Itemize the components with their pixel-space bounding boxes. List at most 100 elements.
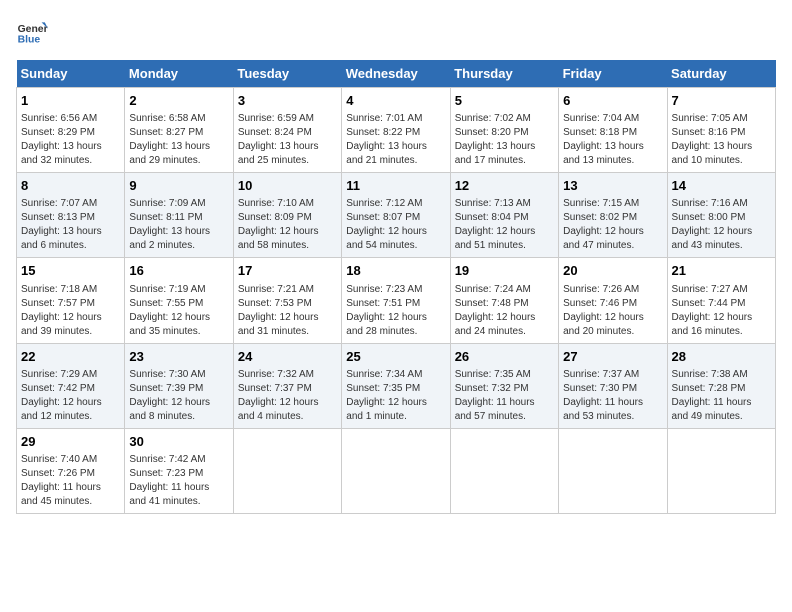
day-info-line: Daylight: 11 hours [455, 396, 554, 410]
day-cell: 27Sunrise: 7:37 AMSunset: 7:30 PMDayligh… [559, 343, 667, 428]
day-number: 23 [129, 348, 228, 366]
day-cell: 10Sunrise: 7:10 AMSunset: 8:09 PMDayligh… [233, 173, 341, 258]
day-number: 12 [455, 177, 554, 195]
day-info-line: Sunrise: 7:32 AM [238, 368, 337, 382]
day-cell: 14Sunrise: 7:16 AMSunset: 8:00 PMDayligh… [667, 173, 775, 258]
day-info-line: Sunrise: 7:12 AM [346, 197, 445, 211]
day-number: 7 [672, 92, 771, 110]
day-info-line: Daylight: 13 hours [238, 140, 337, 154]
day-info-line: Sunset: 8:16 PM [672, 126, 771, 140]
day-info-line: Sunset: 7:28 PM [672, 382, 771, 396]
week-row-1: 1Sunrise: 6:56 AMSunset: 8:29 PMDaylight… [17, 88, 776, 173]
day-info-line: and 24 minutes. [455, 325, 554, 339]
day-info-line: and 45 minutes. [21, 495, 120, 509]
day-info-line: Sunset: 7:46 PM [563, 297, 662, 311]
svg-text:Blue: Blue [18, 34, 41, 45]
day-cell: 12Sunrise: 7:13 AMSunset: 8:04 PMDayligh… [450, 173, 558, 258]
day-number: 4 [346, 92, 445, 110]
day-info-line: Sunset: 8:27 PM [129, 126, 228, 140]
day-info-line: Sunrise: 7:23 AM [346, 283, 445, 297]
day-info-line: and 41 minutes. [129, 495, 228, 509]
day-info-line: Daylight: 12 hours [346, 396, 445, 410]
day-info-line: Daylight: 13 hours [129, 140, 228, 154]
col-header-monday: Monday [125, 60, 233, 88]
day-cell: 6Sunrise: 7:04 AMSunset: 8:18 PMDaylight… [559, 88, 667, 173]
day-cell [667, 428, 775, 513]
logo: General Blue [16, 16, 52, 48]
day-cell: 1Sunrise: 6:56 AMSunset: 8:29 PMDaylight… [17, 88, 125, 173]
day-cell [559, 428, 667, 513]
day-info-line: Sunrise: 6:59 AM [238, 112, 337, 126]
day-number: 13 [563, 177, 662, 195]
day-cell: 18Sunrise: 7:23 AMSunset: 7:51 PMDayligh… [342, 258, 450, 343]
day-info-line: Daylight: 12 hours [129, 311, 228, 325]
day-number: 18 [346, 262, 445, 280]
day-info-line: Sunrise: 7:35 AM [455, 368, 554, 382]
day-number: 14 [672, 177, 771, 195]
day-info-line: Sunset: 8:00 PM [672, 211, 771, 225]
day-cell: 5Sunrise: 7:02 AMSunset: 8:20 PMDaylight… [450, 88, 558, 173]
day-info-line: Sunset: 7:35 PM [346, 382, 445, 396]
day-info-line: Sunset: 7:30 PM [563, 382, 662, 396]
day-info-line: Sunset: 7:32 PM [455, 382, 554, 396]
day-number: 26 [455, 348, 554, 366]
day-cell [450, 428, 558, 513]
day-cell: 3 Sunrise: 6:59 AMSunset: 8:24 PMDaylight… [233, 88, 341, 173]
logo-icon: General Blue [16, 16, 48, 48]
day-info-line: and 6 minutes. [21, 239, 120, 253]
day-info-line: and 28 minutes. [346, 325, 445, 339]
day-number: 15 [21, 262, 120, 280]
day-info-line: Sunrise: 7:07 AM [21, 197, 120, 211]
day-cell: 13Sunrise: 7:15 AMSunset: 8:02 PMDayligh… [559, 173, 667, 258]
day-info-line: Daylight: 12 hours [455, 311, 554, 325]
day-number: 28 [672, 348, 771, 366]
day-info-line: Daylight: 12 hours [455, 225, 554, 239]
day-info-line: Sunrise: 7:04 AM [563, 112, 662, 126]
day-info-line: Daylight: 13 hours [21, 225, 120, 239]
day-info-line: Sunrise: 7:16 AM [672, 197, 771, 211]
day-info-line: and 1 minute. [346, 410, 445, 424]
day-cell [342, 428, 450, 513]
day-info-line: Daylight: 12 hours [346, 225, 445, 239]
day-info-line: and 31 minutes. [238, 325, 337, 339]
day-info-line: Sunset: 7:53 PM [238, 297, 337, 311]
day-info-line: Sunset: 8:07 PM [346, 211, 445, 225]
day-cell: 7Sunrise: 7:05 AMSunset: 8:16 PMDaylight… [667, 88, 775, 173]
day-info-line: Sunset: 8:20 PM [455, 126, 554, 140]
day-info-line: Sunrise: 7:05 AM [672, 112, 771, 126]
day-info-line: Sunrise: 7:38 AM [672, 368, 771, 382]
day-info-line: Daylight: 12 hours [346, 311, 445, 325]
day-cell: 20Sunrise: 7:26 AMSunset: 7:46 PMDayligh… [559, 258, 667, 343]
day-cell: 16Sunrise: 7:19 AMSunset: 7:55 PMDayligh… [125, 258, 233, 343]
day-cell: 8Sunrise: 7:07 AMSunset: 8:13 PMDaylight… [17, 173, 125, 258]
day-info-line: Sunset: 7:44 PM [672, 297, 771, 311]
day-cell: 9Sunrise: 7:09 AMSunset: 8:11 PMDaylight… [125, 173, 233, 258]
day-number: 9 [129, 177, 228, 195]
week-row-4: 22Sunrise: 7:29 AMSunset: 7:42 PMDayligh… [17, 343, 776, 428]
day-info-line: and 17 minutes. [455, 154, 554, 168]
day-number: 3 [238, 92, 337, 110]
day-number: 5 [455, 92, 554, 110]
day-cell: 23Sunrise: 7:30 AMSunset: 7:39 PMDayligh… [125, 343, 233, 428]
week-row-5: 29Sunrise: 7:40 AMSunset: 7:26 PMDayligh… [17, 428, 776, 513]
day-info-line: Sunset: 7:39 PM [129, 382, 228, 396]
day-info-line: Daylight: 13 hours [129, 225, 228, 239]
day-number: 30 [129, 433, 228, 451]
day-info-line: Sunset: 8:04 PM [455, 211, 554, 225]
day-info-line: Sunrise: 7:21 AM [238, 283, 337, 297]
day-info-line: Sunrise: 7:40 AM [21, 453, 120, 467]
day-number: 21 [672, 262, 771, 280]
day-info-line: Sunrise: 7:09 AM [129, 197, 228, 211]
day-info-line: Daylight: 11 hours [563, 396, 662, 410]
day-info-line: Sunset: 8:24 PM [238, 126, 337, 140]
day-info-line: Sunrise: 7:01 AM [346, 112, 445, 126]
day-info-line: and 2 minutes. [129, 239, 228, 253]
day-info-line: and 43 minutes. [672, 239, 771, 253]
day-info-line: Daylight: 11 hours [129, 481, 228, 495]
day-info-line: and 8 minutes. [129, 410, 228, 424]
day-info-line: and 21 minutes. [346, 154, 445, 168]
day-info-line: Sunset: 7:26 PM [21, 467, 120, 481]
day-info-line: Daylight: 11 hours [672, 396, 771, 410]
day-info-line: Sunset: 8:18 PM [563, 126, 662, 140]
day-info-line: Sunrise: 7:34 AM [346, 368, 445, 382]
